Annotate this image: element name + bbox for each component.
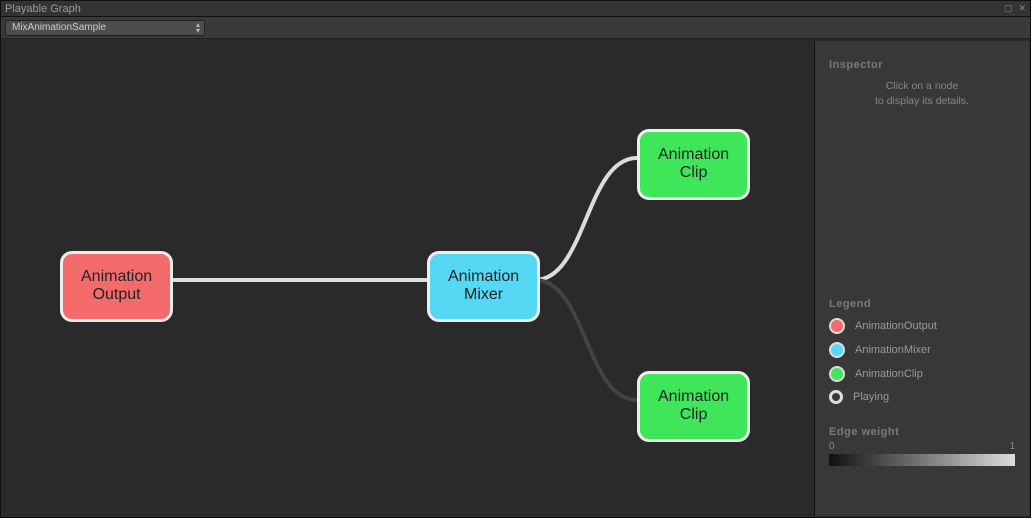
- legend-swatch-icon: [829, 366, 845, 382]
- legend-item-label: AnimationClip: [855, 368, 923, 380]
- edge-weight-heading: Edge weight: [829, 426, 1015, 438]
- legend-item: AnimationOutput: [829, 318, 1015, 334]
- legend-swatch-icon: [829, 318, 845, 334]
- edge: [535, 158, 637, 280]
- legend-item: AnimationMixer: [829, 342, 1015, 358]
- edge-weight-scale: 0 1: [829, 441, 1015, 452]
- legend-item-label: Playing: [853, 391, 889, 403]
- node-clipA[interactable]: Animation Clip: [637, 129, 750, 200]
- legend-item-label: AnimationMixer: [855, 344, 931, 356]
- window-controls: ▢ ✕: [1004, 3, 1026, 14]
- inspector-help-line2: to display its details.: [829, 94, 1015, 109]
- legend: Legend AnimationOutput AnimationMixer Anim…: [829, 298, 1015, 404]
- node-clipB[interactable]: Animation Clip: [637, 371, 750, 442]
- content: Animation Output Animation Mixer Animation…: [2, 41, 1029, 516]
- window: Playable Graph ▢ ✕ MixAnimationSample ▴▾…: [0, 0, 1031, 518]
- edge-weight-gradient: [829, 454, 1015, 466]
- side-panel: Inspector Click on a node to display its…: [814, 41, 1029, 516]
- node-output[interactable]: Animation Output: [60, 251, 173, 322]
- legend-swatch-icon: [829, 342, 845, 358]
- close-icon[interactable]: ✕: [1018, 3, 1026, 14]
- edge: [535, 280, 637, 400]
- window-title: Playable Graph: [5, 3, 1004, 15]
- node-mixer[interactable]: Animation Mixer: [427, 251, 540, 322]
- graph-canvas[interactable]: Animation Output Animation Mixer Animation…: [2, 41, 814, 516]
- graph-selector-dropdown[interactable]: MixAnimationSample ▴▾: [5, 20, 205, 36]
- maximize-icon[interactable]: ▢: [1004, 3, 1013, 14]
- legend-item-label: AnimationOutput: [855, 320, 937, 332]
- titlebar: Playable Graph ▢ ✕: [1, 1, 1030, 17]
- toolbar: MixAnimationSample ▴▾: [1, 17, 1030, 39]
- inspector-help: Click on a node to display its details.: [829, 79, 1015, 108]
- edge-weight: Edge weight 0 1: [829, 426, 1015, 466]
- inspector-help-line1: Click on a node: [829, 79, 1015, 94]
- inspector-heading: Inspector: [829, 59, 1015, 71]
- edge-weight-min: 0: [829, 441, 835, 452]
- legend-heading: Legend: [829, 298, 1015, 310]
- legend-swatch-icon: [829, 390, 843, 404]
- dropdown-arrows-icon: ▴▾: [196, 22, 200, 34]
- edge-weight-max: 1: [1009, 441, 1015, 452]
- legend-item: Playing: [829, 390, 1015, 404]
- legend-item: AnimationClip: [829, 366, 1015, 382]
- graph-selector-value: MixAnimationSample: [12, 22, 106, 33]
